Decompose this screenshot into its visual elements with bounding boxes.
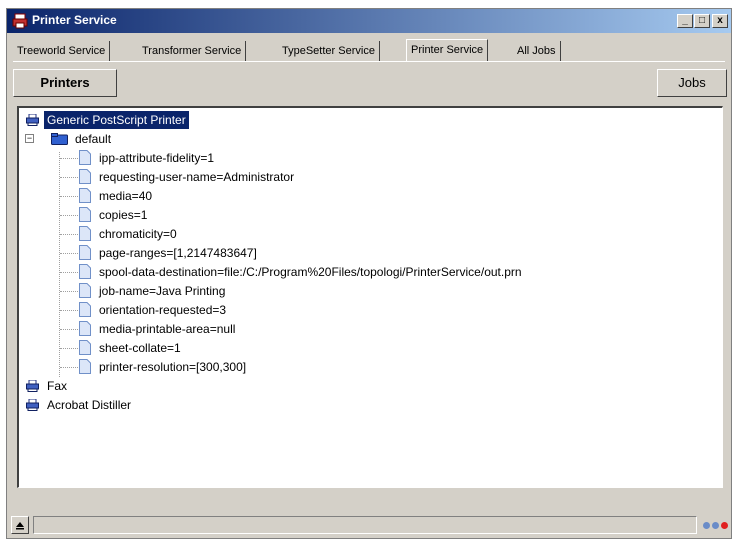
tree-leaf-attribute[interactable]: copies=1 <box>19 206 709 224</box>
attribute-label: spool-data-destination=file:/C:/Program%… <box>99 265 522 279</box>
printers-button[interactable]: Printers <box>13 69 117 97</box>
tree-node-generic-postscript-printer[interactable]: Generic PostScript Printer <box>19 111 319 129</box>
document-icon <box>79 226 91 241</box>
tab-printer-service[interactable]: Printer Service <box>406 39 489 62</box>
printer-icon <box>26 114 39 126</box>
tree-connector <box>60 234 78 235</box>
document-icon <box>79 207 91 222</box>
tree-connector <box>60 272 78 273</box>
window-title: Printer Service <box>32 13 117 27</box>
status-indicator-dot <box>703 522 710 529</box>
status-indicator-dot <box>712 522 719 529</box>
tree-leaf-attribute[interactable]: orientation-requested=3 <box>19 301 709 319</box>
tree-leaf-attribute[interactable]: spool-data-destination=file:/C:/Program%… <box>19 263 709 281</box>
printer-tree[interactable]: Generic PostScript Printer − default ipp… <box>17 106 723 488</box>
tree-node-label: Fax <box>47 379 68 393</box>
tab-treeworld-service[interactable]: Treeworld Service <box>13 41 111 61</box>
document-icon <box>79 264 91 279</box>
document-icon <box>79 150 91 165</box>
folder-icon <box>51 133 68 145</box>
status-message-field <box>33 516 697 534</box>
tree-node-acrobat-distiller[interactable]: Acrobat Distiller <box>19 396 319 414</box>
tree-leaf-attribute[interactable]: media=40 <box>19 187 709 205</box>
attribute-label: media-printable-area=null <box>99 322 236 336</box>
attribute-label: orientation-requested=3 <box>99 303 227 317</box>
arrow-up-icon <box>16 522 24 530</box>
tree-connector <box>60 158 78 159</box>
tree-leaf-attribute[interactable]: printer-resolution=[300,300] <box>19 358 709 376</box>
document-icon <box>79 169 91 184</box>
tab-transformer-service[interactable]: Transformer Service <box>138 41 247 61</box>
tree-connector <box>60 253 78 254</box>
tab-typesetter-service[interactable]: TypeSetter Service <box>278 41 380 61</box>
attribute-label: ipp-attribute-fidelity=1 <box>99 151 215 165</box>
printer-service-window: Printer Service _ □ x Treeworld Service … <box>6 8 732 539</box>
document-icon <box>79 302 91 317</box>
attribute-label: printer-resolution=[300,300] <box>99 360 247 374</box>
attribute-label: job-name=Java Printing <box>99 284 226 298</box>
document-icon <box>79 340 91 355</box>
printer-icon <box>26 399 39 411</box>
tree-node-label: Acrobat Distiller <box>47 398 132 412</box>
tree-leaf-attribute[interactable]: page-ranges=[1,2147483647] <box>19 244 709 262</box>
attribute-label: media=40 <box>99 189 153 203</box>
status-bar <box>7 512 731 538</box>
close-button[interactable]: x <box>712 14 728 28</box>
expand-up-button[interactable] <box>11 516 29 534</box>
tree-node-label: default <box>75 132 112 146</box>
document-icon <box>79 188 91 203</box>
document-icon <box>79 321 91 336</box>
tree-connector <box>60 367 78 368</box>
tree-node-default[interactable]: − default <box>19 130 319 148</box>
tree-connector <box>60 348 78 349</box>
tree-node-label: Generic PostScript Printer <box>44 111 189 129</box>
tree-leaf-attribute[interactable]: job-name=Java Printing <box>19 282 709 300</box>
tree-connector <box>60 310 78 311</box>
title-bar[interactable]: Printer Service _ □ x <box>7 9 731 33</box>
printer-app-icon <box>12 13 28 29</box>
tree-connector <box>60 196 78 197</box>
tab-divider <box>13 61 725 62</box>
tree-connector <box>60 215 78 216</box>
document-icon <box>79 283 91 298</box>
attribute-label: chromaticity=0 <box>99 227 177 241</box>
tree-leaf-attribute[interactable]: ipp-attribute-fidelity=1 <box>19 149 709 167</box>
collapse-toggle[interactable]: − <box>25 134 34 143</box>
minimize-button[interactable]: _ <box>677 14 693 28</box>
tree-leaf-attribute[interactable]: sheet-collate=1 <box>19 339 709 357</box>
status-indicator-dot <box>721 522 728 529</box>
attribute-label: sheet-collate=1 <box>99 341 181 355</box>
tree-leaf-attribute[interactable]: requesting-user-name=Administrator <box>19 168 709 186</box>
tree-connector <box>60 291 78 292</box>
jobs-button[interactable]: Jobs <box>657 69 727 97</box>
tree-leaf-attribute[interactable]: media-printable-area=null <box>19 320 709 338</box>
maximize-button[interactable]: □ <box>694 14 710 28</box>
document-icon <box>79 359 91 374</box>
tree-connector <box>60 329 78 330</box>
attribute-label: copies=1 <box>99 208 148 222</box>
tab-all-jobs[interactable]: All Jobs <box>513 41 561 61</box>
tree-leaf-attribute[interactable]: chromaticity=0 <box>19 225 709 243</box>
attribute-label: requesting-user-name=Administrator <box>99 170 295 184</box>
printer-icon <box>26 380 39 392</box>
tree-connector <box>60 177 78 178</box>
tree-node-fax[interactable]: Fax <box>19 377 319 395</box>
attribute-label: page-ranges=[1,2147483647] <box>99 246 257 260</box>
document-icon <box>79 245 91 260</box>
